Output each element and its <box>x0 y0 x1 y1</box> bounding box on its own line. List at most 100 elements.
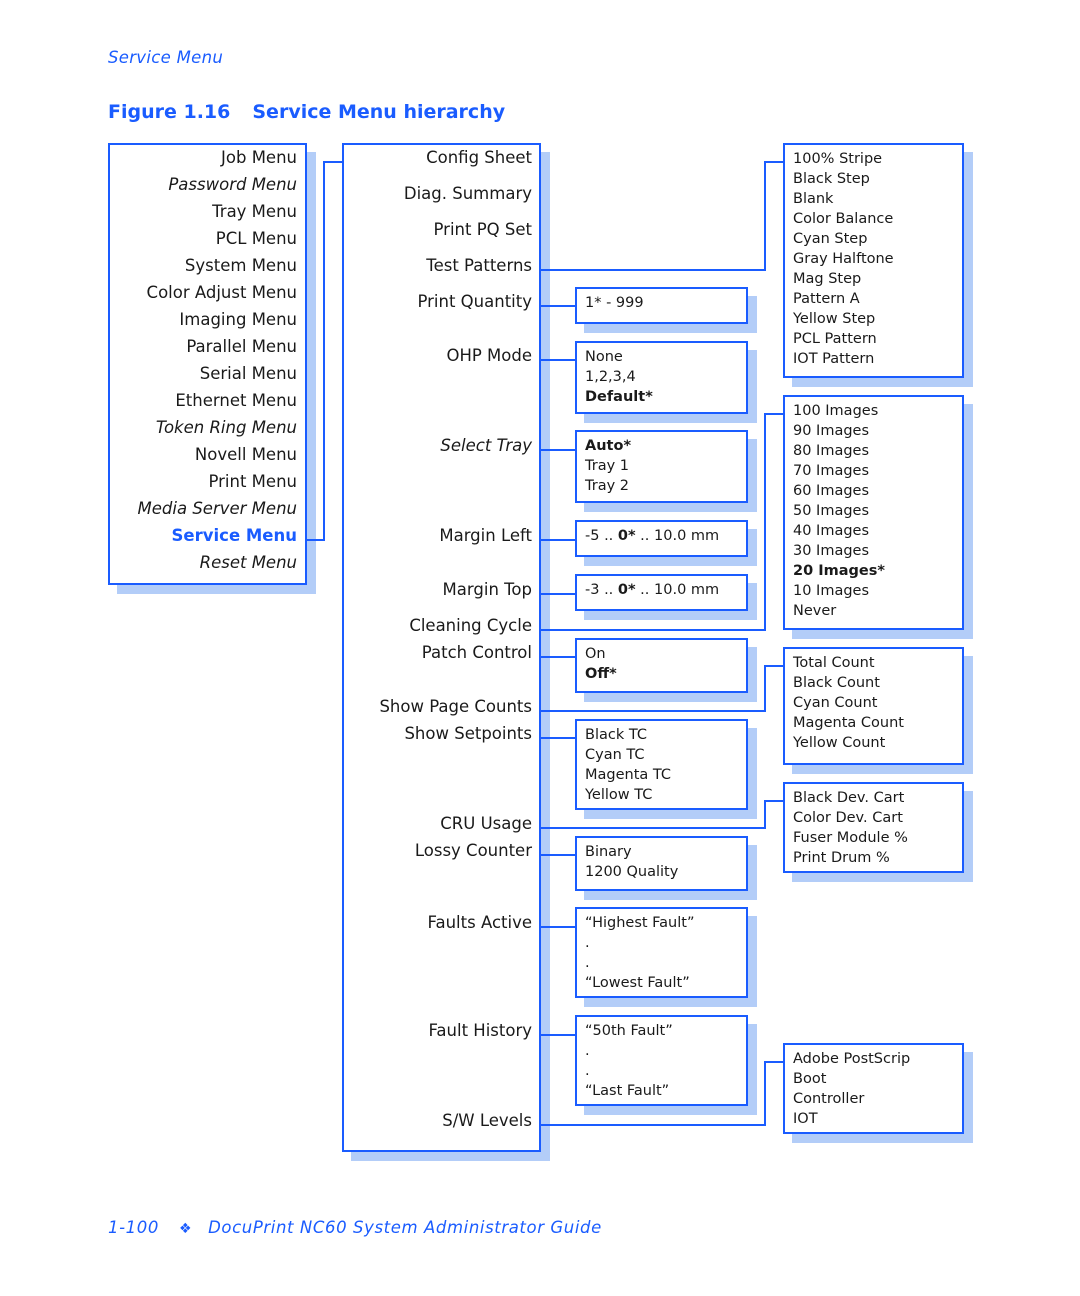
service-item-test-patterns[interactable]: Test Patterns <box>426 256 532 275</box>
option-ellipsis-dot: . <box>585 1043 590 1059</box>
menu-item-token-ring-menu[interactable]: Token Ring Menu <box>156 418 297 437</box>
option-70-images: 70 Images <box>793 463 870 479</box>
service-item-print-quantity[interactable]: Print Quantity <box>417 292 532 311</box>
option-highest-fault: “Highest Fault” <box>585 915 695 931</box>
connector-show-page-counts-v <box>764 665 766 712</box>
menu-item-system-menu[interactable]: System Menu <box>185 256 297 275</box>
connector-cleaning-cycle-h1 <box>540 629 766 631</box>
option-ellipsis-dot: . <box>585 935 590 951</box>
range-sep1: .. <box>599 582 618 598</box>
option-black-step: Black Step <box>793 171 870 187</box>
menu-item-parallel-menu[interactable]: Parallel Menu <box>186 337 297 356</box>
option-1-2-3-4: 1,2,3,4 <box>585 369 636 385</box>
top-menu-box: Job Menu Password Menu Tray Menu PCL Menu Sy… <box>108 143 307 585</box>
menu-item-password-menu[interactable]: Password Menu <box>168 175 297 194</box>
service-item-ohp-mode[interactable]: OHP Mode <box>446 346 532 365</box>
service-item-s-w-levels[interactable]: S/W Levels <box>442 1111 532 1130</box>
range-sep2: .. <box>635 528 655 544</box>
option-print-drum: Print Drum % <box>793 850 890 866</box>
connector-ohp-mode <box>540 359 576 361</box>
menu-item-pcl-menu[interactable]: PCL Menu <box>216 229 297 248</box>
option-20-images: 20 Images* <box>793 563 885 579</box>
option-none: None <box>585 349 623 365</box>
option-30-images: 30 Images <box>793 543 870 559</box>
option-90-images: 90 Images <box>793 423 870 439</box>
range-min: -3 <box>585 582 600 598</box>
option-list: 1* - 999 <box>585 293 644 313</box>
figure-title: Service Menu hierarchy <box>252 101 506 123</box>
value-box-print-quantity: 1* - 999 <box>575 287 748 324</box>
value-box-ohp-mode: None 1,2,3,4 Default* <box>575 341 748 414</box>
option-color-balance: Color Balance <box>793 211 894 227</box>
service-item-cleaning-cycle[interactable]: Cleaning Cycle <box>409 616 532 635</box>
menu-item-imaging-menu[interactable]: Imaging Menu <box>179 310 297 329</box>
menu-item-novell-menu[interactable]: Novell Menu <box>195 445 297 464</box>
service-item-faults-active[interactable]: Faults Active <box>428 913 532 932</box>
value-box-select-tray: Auto* Tray 1 Tray 2 <box>575 430 748 503</box>
range-min: -5 <box>585 528 600 544</box>
menu-item-color-adjust-menu[interactable]: Color Adjust Menu <box>147 283 297 302</box>
service-item-config-sheet[interactable]: Config Sheet <box>426 148 532 167</box>
connector-cleaning-cycle-h2 <box>764 413 784 415</box>
range-default: 0* <box>617 582 636 598</box>
option-tray-1: Tray 1 <box>585 458 629 474</box>
option-on: On <box>585 646 606 662</box>
service-item-print-pq-set[interactable]: Print PQ Set <box>434 220 532 239</box>
connector-test-patterns-h2 <box>764 161 784 163</box>
option-list: “Highest Fault”.. “Lowest Fault” <box>585 913 694 993</box>
option-list: 100% Stripe Black Step Blank Color Balance C… <box>793 149 894 369</box>
submenu-box-sw-levels: Adobe PostScrip Boot Controller IOT <box>783 1043 964 1134</box>
service-item-show-setpoints[interactable]: Show Setpoints <box>404 724 532 743</box>
option-pcl-pattern: PCL Pattern <box>793 331 877 347</box>
menu-item-ethernet-menu[interactable]: Ethernet Menu <box>175 391 297 410</box>
option-black-dev-cart: Black Dev. Cart <box>793 790 905 806</box>
option-magenta-count: Magenta Count <box>793 715 904 731</box>
option-40-images: 40 Images <box>793 523 870 539</box>
connector-show-page-counts-h1 <box>540 710 766 712</box>
option-yellow-step: Yellow Step <box>793 311 876 327</box>
option-blank: Blank <box>793 191 834 207</box>
option-black-tc: Black TC <box>585 727 647 743</box>
option-adobe-postscrip: Adobe PostScrip <box>793 1051 911 1067</box>
option-iot-pattern: IOT Pattern <box>793 351 875 367</box>
connector-cru-usage-h2 <box>764 800 784 802</box>
option-list: “50th Fault”.. “Last Fault” <box>585 1021 673 1101</box>
option-cyan-count: Cyan Count <box>793 695 878 711</box>
range-value: -5 .. 0* .. 10.0 mm <box>585 526 719 546</box>
service-item-patch-control[interactable]: Patch Control <box>422 643 532 662</box>
connector-print-quantity <box>540 305 576 307</box>
menu-item-service-menu[interactable]: Service Menu <box>172 526 297 545</box>
menu-item-print-menu[interactable]: Print Menu <box>208 472 297 491</box>
value-box-margin-left: -5 .. 0* .. 10.0 mm <box>575 520 748 557</box>
option-50th-fault: “50th Fault” <box>585 1023 673 1039</box>
range-sep2: .. <box>635 582 655 598</box>
connector-select-tray <box>540 449 576 451</box>
option-list: Total Count Black Count Cyan Count Magenta … <box>793 653 904 753</box>
connector-sw-levels-h2 <box>764 1061 784 1063</box>
service-item-margin-left[interactable]: Margin Left <box>439 526 532 545</box>
menu-item-media-server-menu[interactable]: Media Server Menu <box>138 499 297 518</box>
service-item-fault-history[interactable]: Fault History <box>428 1021 532 1040</box>
menu-item-reset-menu[interactable]: Reset Menu <box>200 553 297 572</box>
menu-item-job-menu[interactable]: Job Menu <box>221 148 297 167</box>
connector-sw-levels-h1 <box>540 1124 766 1126</box>
menu-item-serial-menu[interactable]: Serial Menu <box>200 364 297 383</box>
option-off: Off* <box>585 666 617 682</box>
option-magenta-tc: Magenta TC <box>585 767 672 783</box>
service-item-select-tray[interactable]: Select Tray <box>440 436 532 455</box>
submenu-box-cru-usage: Black Dev. Cart Color Dev. Cart Fuser Modu… <box>783 782 964 873</box>
connector-show-setpoints <box>540 737 576 739</box>
connector-test-patterns-h1 <box>540 269 766 271</box>
range-max: 10.0 mm <box>654 582 720 598</box>
connector-faults-active <box>540 926 576 928</box>
service-item-show-page-counts[interactable]: Show Page Counts <box>379 697 532 716</box>
connector-patch-control <box>540 656 576 658</box>
option-boot: Boot <box>793 1071 827 1087</box>
figure-number: Figure 1.16 <box>108 101 231 123</box>
service-item-margin-top[interactable]: Margin Top <box>443 580 532 599</box>
option-80-images: 80 Images <box>793 443 870 459</box>
service-item-cru-usage[interactable]: CRU Usage <box>440 814 532 833</box>
service-item-diag-summary[interactable]: Diag. Summary <box>404 184 532 203</box>
menu-item-tray-menu[interactable]: Tray Menu <box>212 202 297 221</box>
service-item-lossy-counter[interactable]: Lossy Counter <box>415 841 532 860</box>
